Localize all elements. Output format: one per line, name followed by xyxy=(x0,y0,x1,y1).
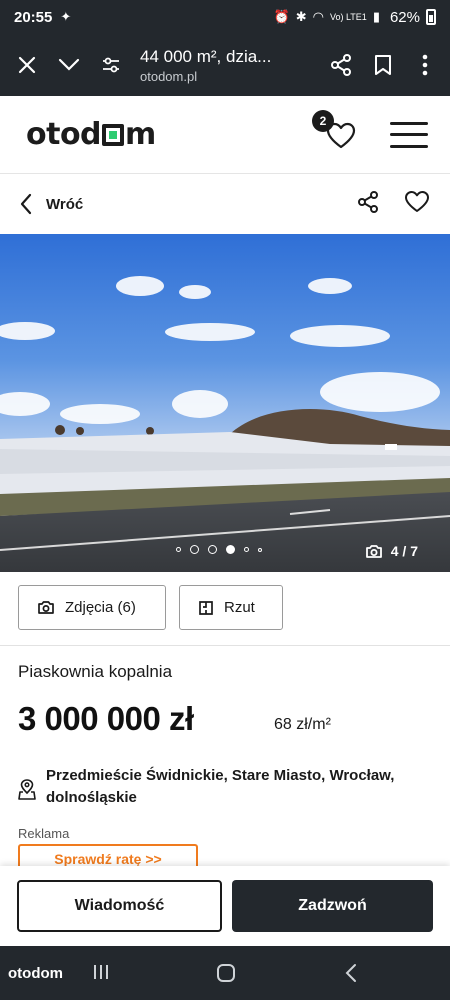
otodom-logo[interactable]: otodomotodm xyxy=(26,117,156,152)
message-button[interactable]: Wiadomość xyxy=(17,880,222,932)
bluetooth-icon: ✱ xyxy=(295,9,307,24)
gallery-pagination xyxy=(176,545,262,554)
share-icon xyxy=(331,54,351,76)
recent-apps-icon xyxy=(94,965,108,979)
back-nav-button[interactable] xyxy=(344,963,358,988)
floor-plan-button[interactable]: Rzut xyxy=(179,585,283,630)
ad-cta-label: Sprawdź ratę >> xyxy=(54,851,162,866)
menu-icon-line xyxy=(390,144,428,148)
media-buttons: Zdjęcia (6) Rzut xyxy=(18,585,283,630)
home-icon xyxy=(217,964,235,982)
photo-counter-text: 4 / 7 xyxy=(390,543,418,559)
photos-button[interactable]: Zdjęcia (6) xyxy=(18,585,166,630)
close-tab-button[interactable] xyxy=(6,44,48,86)
notification-icon: ✦ xyxy=(60,9,72,24)
gallery-dot[interactable] xyxy=(258,547,262,552)
status-bar: 20:55 ✦ ⏰ ✱ ◠ Vo) LTE1 ▮ 62% xyxy=(0,0,450,34)
listing-share-button[interactable] xyxy=(356,190,380,219)
listing-favorite-button[interactable] xyxy=(404,190,430,219)
minimize-button[interactable] xyxy=(48,44,90,86)
signal-icon: ▮ xyxy=(372,9,380,24)
ad-label: Reklama xyxy=(18,826,70,841)
price-per-m2: 68 zł/m² xyxy=(274,716,331,733)
close-icon xyxy=(18,56,36,74)
battery-icon xyxy=(426,9,436,25)
menu-button[interactable] xyxy=(390,121,428,148)
floor-plan-icon xyxy=(199,600,213,615)
menu-icon-line xyxy=(390,133,428,136)
chevron-down-icon xyxy=(58,58,80,71)
tune-icon xyxy=(103,57,119,73)
alarm-icon: ⏰ xyxy=(273,9,290,24)
listing-photo xyxy=(0,234,450,572)
page-title: 44 000 m², dzia... xyxy=(140,46,272,66)
app-mini-logo: otodom xyxy=(8,964,63,982)
recent-apps-button[interactable] xyxy=(92,963,110,986)
gallery-dot[interactable] xyxy=(244,547,249,552)
gallery-dot-active[interactable] xyxy=(226,545,235,554)
back-bar: Wróć xyxy=(0,174,450,234)
location-pin-icon xyxy=(18,779,36,800)
ad-cta-button[interactable]: Sprawdź ratę >> xyxy=(18,844,198,866)
gallery-dot[interactable] xyxy=(190,545,199,554)
site-settings-button[interactable] xyxy=(90,44,132,86)
back-label: Wróć xyxy=(46,195,84,213)
wifi-icon: ◠ xyxy=(312,9,324,24)
listing-location[interactable]: Przedmieście Świdnickie, Stare Miasto, W… xyxy=(18,765,438,809)
listing-price: 3 000 000 zł xyxy=(18,700,194,737)
more-vert-icon xyxy=(422,54,428,76)
contact-action-bar: Wiadomość Zadzwoń xyxy=(0,866,450,946)
gallery-dot[interactable] xyxy=(176,547,181,552)
camera-icon xyxy=(365,544,382,558)
floor-plan-button-label: Rzut xyxy=(224,599,255,616)
photo-counter: 4 / 7 xyxy=(365,543,418,559)
bookmark-button[interactable] xyxy=(362,44,404,86)
gallery-dot[interactable] xyxy=(208,545,217,554)
call-button[interactable]: Zadzwoń xyxy=(232,880,433,932)
site-header: otodomotodm 2 xyxy=(0,96,450,174)
battery-percent: 62% xyxy=(389,8,420,26)
divider xyxy=(0,645,450,646)
logo-square-icon xyxy=(102,124,125,146)
more-options-button[interactable] xyxy=(404,44,446,86)
favorites-count-badge: 2 xyxy=(312,109,334,132)
photos-button-label: Zdjęcia (6) xyxy=(65,599,136,616)
share-button[interactable] xyxy=(320,44,362,86)
heart-icon xyxy=(405,190,429,212)
location-text: Przedmieście Świdnickie, Stare Miasto, W… xyxy=(46,767,395,806)
system-nav-bar: otodom xyxy=(0,946,450,1000)
camera-icon xyxy=(38,601,54,614)
back-nav-icon xyxy=(345,964,356,982)
favorites-button[interactable]: 2 xyxy=(312,109,360,152)
home-button[interactable] xyxy=(216,963,236,988)
browser-toolbar: 44 000 m², dzia... otodom.pl xyxy=(0,34,450,96)
status-time: 20:55 xyxy=(14,8,53,26)
network-label: Vo) LTE1 xyxy=(329,12,367,22)
bookmark-icon xyxy=(375,55,391,75)
menu-icon-line xyxy=(390,121,428,125)
photo-gallery[interactable]: 4 / 7 xyxy=(0,234,450,572)
chevron-left-icon xyxy=(20,193,32,215)
page-domain: otodom.pl xyxy=(140,68,198,84)
url-area[interactable]: 44 000 m², dzia... otodom.pl xyxy=(132,47,320,84)
back-button[interactable]: Wróć xyxy=(20,193,83,215)
status-icons: ⏰ ✱ ◠ Vo) LTE1 ▮ 62% xyxy=(274,9,436,26)
listing-title: Piaskownia kopalnia xyxy=(18,662,173,681)
share-icon xyxy=(358,190,378,213)
